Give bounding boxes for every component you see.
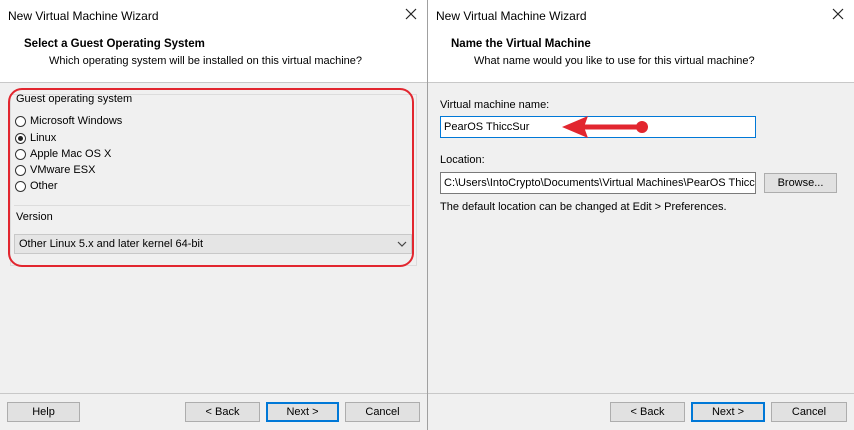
left-wizard-window: New Virtual Machine Wizard Select a Gues… [0,0,427,430]
close-icon[interactable] [404,7,418,21]
vm-name-input[interactable]: PearOS ThiccSur [440,116,756,138]
location-label: Location: [440,154,485,166]
radio-button[interactable] [15,116,26,127]
version-label: Version [16,211,53,223]
window-title: New Virtual Machine Wizard [8,9,159,23]
page-title: Select a Guest Operating System [24,38,205,50]
browse-button[interactable]: Browse... [764,173,837,193]
back-button[interactable]: < Back [610,402,685,422]
group-divider [14,205,410,206]
radio-button[interactable] [15,181,26,192]
location-input[interactable]: C:\Users\IntoCrypto\Documents\Virtual Ma… [440,172,756,194]
radio-label: Linux [30,132,57,144]
version-select[interactable]: Other Linux 5.x and later kernel 64-bit [14,234,412,254]
chevron-down-icon [397,241,407,247]
version-select-value: Other Linux 5.x and later kernel 64-bit [19,238,204,250]
radio-button[interactable] [15,133,26,144]
page-title: Name the Virtual Machine [451,38,591,50]
right-wizard-window: New Virtual Machine Wizard Name the Virt… [428,0,854,430]
radio-label: Apple Mac OS X [30,148,112,160]
radio-label: Other [30,180,58,192]
page-subtitle: Which operating system will be installed… [49,55,363,67]
window-title: New Virtual Machine Wizard [436,9,587,23]
back-button[interactable]: < Back [185,402,260,422]
wizard-header: Name the Virtual Machine What name would… [428,31,854,83]
next-button[interactable]: Next > [266,402,339,422]
radio-selected-dot [18,136,23,141]
radio-button[interactable] [15,149,26,160]
radio-label: Microsoft Windows [30,115,123,127]
vm-name-label: Virtual machine name: [440,99,550,111]
cancel-button[interactable]: Cancel [345,402,420,422]
title-bar: New Virtual Machine Wizard [428,0,854,31]
help-button[interactable]: Help [7,402,80,422]
cancel-button[interactable]: Cancel [771,402,847,422]
close-icon[interactable] [831,7,845,21]
title-bar: New Virtual Machine Wizard [0,0,427,31]
footer-divider [0,393,427,394]
location-hint: The default location can be changed at E… [440,201,727,213]
next-button[interactable]: Next > [691,402,765,422]
page-subtitle: What name would you like to use for this… [474,55,755,67]
guest-os-group-label: Guest operating system [16,93,133,105]
radio-label: VMware ESX [30,164,96,176]
footer-divider [428,393,854,394]
wizard-header: Select a Guest Operating System Which op… [0,31,427,83]
radio-button[interactable] [15,165,26,176]
